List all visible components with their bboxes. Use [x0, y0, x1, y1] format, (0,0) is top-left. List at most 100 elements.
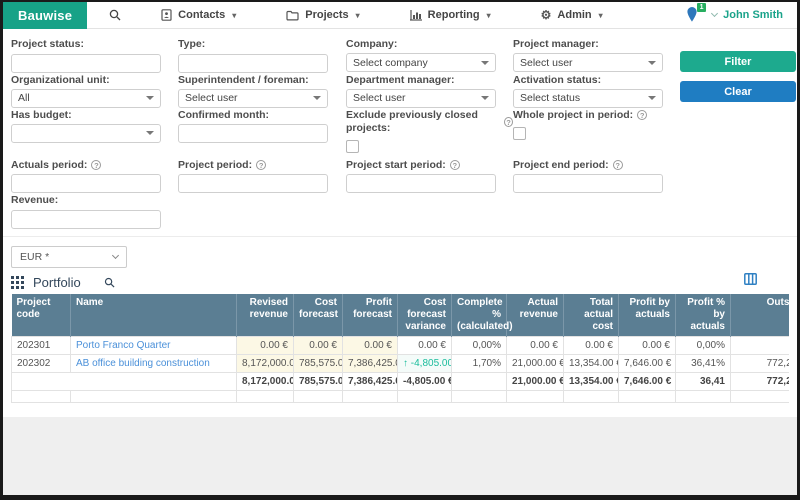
company-select[interactable]: Select company — [346, 53, 496, 72]
app-window: Bauwise Contacts ▾ Projects ▾ — [0, 0, 800, 500]
cell-cost-forecast: 785,575.00 € — [294, 354, 343, 372]
user-menu[interactable]: John Smith — [712, 9, 783, 21]
department-manager-select[interactable]: Select user — [346, 89, 496, 108]
confirmed-month-input[interactable] — [178, 124, 328, 143]
project-link[interactable]: Porto Franco Quarter — [76, 340, 170, 351]
help-icon: ? — [256, 160, 266, 170]
project-link[interactable]: AB office building construction — [76, 358, 210, 369]
field-revenue: Revenue: — [11, 194, 178, 229]
filter-button[interactable]: Filter — [680, 51, 796, 72]
project-start-period-input[interactable] — [346, 174, 496, 193]
filter-panel: Project status: Type: Company: Select co… — [3, 29, 797, 230]
table-row: 202302 AB office building construction 8… — [12, 354, 790, 372]
total-profit-by-actuals: 7,646.00 € — [619, 372, 676, 390]
field-project-period: Project period: ? — [178, 159, 346, 194]
company-select-value: Select company — [353, 57, 428, 69]
whole-project-checkbox[interactable] — [513, 127, 526, 140]
content-bottom-padding — [3, 403, 797, 417]
activation-status-select[interactable]: Select status — [513, 89, 663, 108]
exclude-closed-checkbox[interactable] — [346, 140, 359, 153]
project-status-input[interactable] — [11, 54, 161, 73]
col-name[interactable]: Name — [71, 294, 237, 337]
portfolio-table-wrap: Project code Name Revised revenue Cost f… — [11, 294, 789, 403]
notification-count-badge: 1 — [697, 3, 706, 12]
revenue-input[interactable] — [11, 210, 161, 229]
superintendent-select-value: Select user — [185, 92, 238, 104]
superintendent-label: Superintendent / foreman: — [178, 74, 346, 87]
cell-total-actual-cost: 13,354.00 € — [564, 354, 619, 372]
col-profit-forecast[interactable]: Profit forecast — [343, 294, 398, 337]
actuals-period-label: Actuals period: — [11, 159, 87, 172]
activation-status-label: Activation status: — [513, 74, 680, 87]
total-label-cell — [12, 372, 237, 390]
col-cost-forecast[interactable]: Cost forecast — [294, 294, 343, 337]
field-type: Type: — [178, 38, 346, 73]
actuals-period-input[interactable] — [11, 174, 161, 193]
project-end-period-input[interactable] — [513, 174, 663, 193]
project-manager-label: Project manager: — [513, 38, 680, 51]
field-department-manager: Department manager: Select user — [346, 74, 513, 108]
type-label: Type: — [178, 38, 346, 51]
brand-logo[interactable]: Bauwise — [3, 2, 87, 29]
main-menu: Contacts ▾ Projects ▾ Reporting ▾ — [161, 9, 603, 21]
caret-down-icon — [481, 96, 489, 100]
table-header-row: Project code Name Revised revenue Cost f… — [12, 294, 790, 337]
col-complete-pct[interactable]: Complete % (calculated) — [452, 294, 507, 337]
project-period-input[interactable] — [178, 174, 328, 193]
col-cost-forecast-variance[interactable]: Cost forecast variance — [398, 294, 452, 337]
cell-profit-by-actuals: 0.00 € — [619, 336, 676, 354]
table-search-icon[interactable] — [104, 277, 115, 288]
col-project-code[interactable]: Project code — [12, 294, 71, 337]
col-total-actual-cost[interactable]: Total actual cost — [564, 294, 619, 337]
help-icon: ? — [91, 160, 101, 170]
superintendent-select[interactable]: Select user — [178, 89, 328, 108]
nav-projects[interactable]: Projects ▾ — [286, 9, 359, 21]
project-manager-select[interactable]: Select user — [513, 53, 663, 72]
organizational-unit-label: Organizational unit: — [11, 74, 178, 87]
total-profit-pct: 36,41 — [676, 372, 731, 390]
notifications-button[interactable]: 1 — [686, 6, 702, 24]
exclude-closed-label: Exclude previously closed projects: — [346, 109, 500, 135]
grid-icon[interactable] — [11, 276, 24, 289]
total-actual-revenue: 21,000.00 € — [507, 372, 564, 390]
nav-contacts-label: Contacts — [178, 9, 225, 21]
col-profit-by-actuals[interactable]: Profit by actuals — [619, 294, 676, 337]
nav-reporting[interactable]: Reporting ▾ — [410, 9, 491, 21]
filter-actions: Filter Clear — [680, 38, 800, 109]
cell-revised-revenue: 8,172,000.00 € — [237, 354, 294, 372]
top-right-cluster: 1 John Smith — [686, 6, 783, 24]
total-revised-revenue: 8,172,000.00 € — [237, 372, 294, 390]
top-nav: Bauwise Contacts ▾ Projects ▾ — [3, 2, 797, 29]
field-activation-status: Activation status: Select status — [513, 74, 680, 108]
nav-admin-label: Admin — [557, 9, 591, 21]
project-status-label: Project status: — [11, 38, 178, 51]
field-whole-project: Whole project in period: ? — [513, 109, 680, 158]
caret-down-icon — [146, 131, 154, 135]
col-revised-revenue[interactable]: Revised revenue — [237, 294, 294, 337]
project-period-label: Project period: — [178, 159, 252, 172]
col-actual-revenue[interactable]: Actual revenue — [507, 294, 564, 337]
chevron-down-icon — [112, 251, 119, 258]
type-input[interactable] — [178, 54, 328, 73]
help-icon: ? — [613, 160, 623, 170]
currency-select[interactable]: EUR * — [11, 246, 127, 268]
total-profit-forecast: 7,386,425.00 € — [343, 372, 398, 390]
chevron-down-icon: ▾ — [356, 11, 360, 20]
col-outstanding-actuals[interactable]: Outstanding actuals — [731, 294, 790, 337]
cell-profit-by-actuals: 7,646.00 € — [619, 354, 676, 372]
total-cf-variance: -4,805.00 € — [398, 372, 452, 390]
user-name: John Smith — [723, 9, 783, 21]
col-profit-pct-by-actuals[interactable]: Profit % by actuals — [676, 294, 731, 337]
cell-outstanding: 0.00 € — [731, 336, 790, 354]
department-manager-label: Department manager: — [346, 74, 513, 87]
has-budget-select[interactable] — [11, 124, 161, 143]
nav-projects-label: Projects — [305, 9, 348, 21]
nav-contacts[interactable]: Contacts ▾ — [161, 9, 236, 21]
department-manager-select-value: Select user — [353, 92, 406, 104]
organizational-unit-select[interactable]: All — [11, 89, 161, 108]
nav-admin[interactable]: ⚙ Admin ▾ — [541, 9, 603, 21]
clear-button[interactable]: Clear — [680, 81, 796, 102]
search-icon[interactable] — [109, 9, 121, 21]
field-company: Company: Select company — [346, 38, 513, 73]
columns-settings-icon[interactable] — [744, 273, 757, 285]
